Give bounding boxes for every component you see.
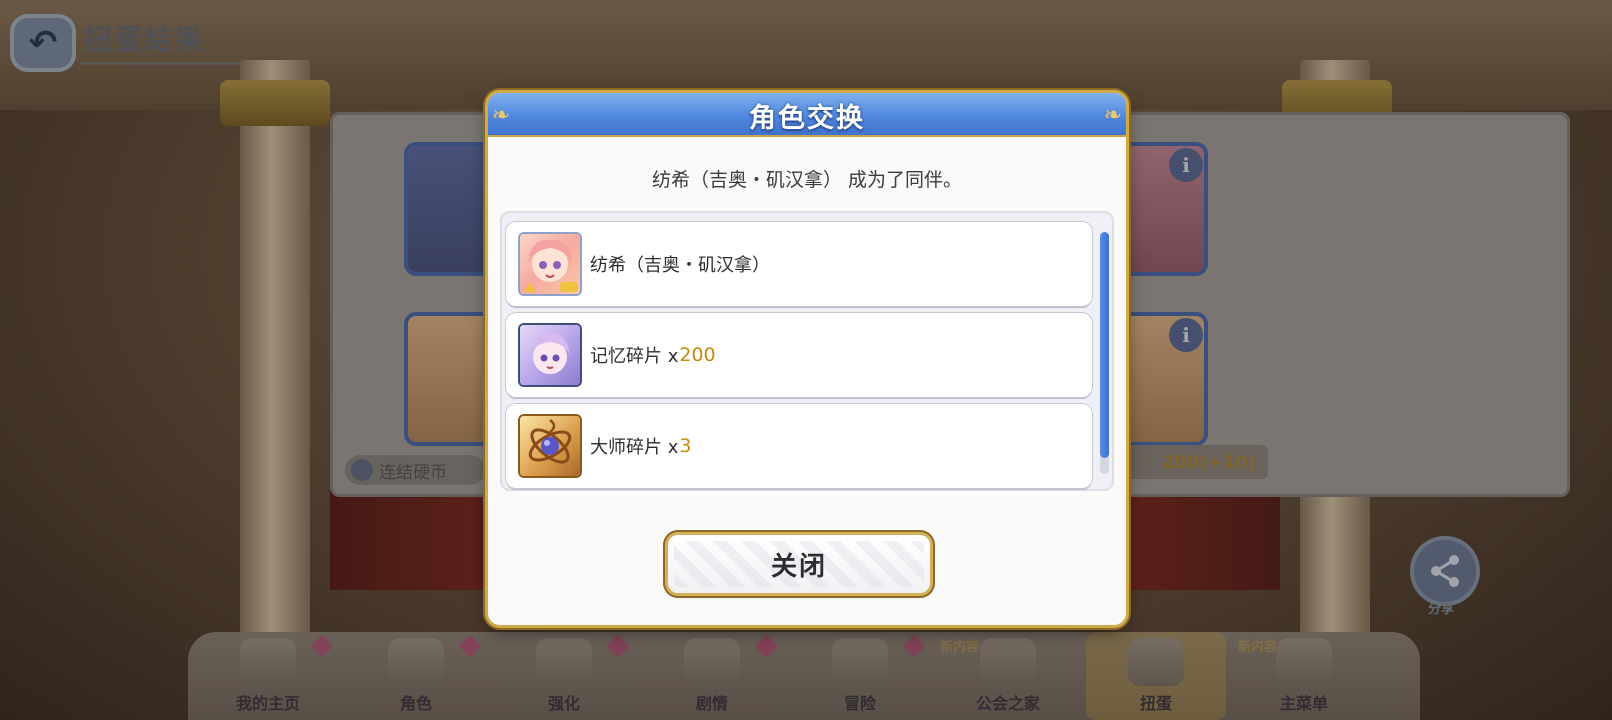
list-scrollbar[interactable] [1100,232,1109,474]
item-label: 纺希（吉奥・矶汉拿） [590,255,770,276]
item-name: 纺希（吉奥・矶汉拿） [590,222,770,306]
list-item: 记忆碎片 x 200 [506,313,1092,397]
character-exchange-dialog: ❧ 角色交换 ❧ 纺希（吉奥・矶汉拿） 成为了同伴。 纺希（吉奥・矶汉拿） 记忆… [488,93,1126,625]
scrollbar-thumb[interactable] [1100,232,1109,458]
character-portrait-icon[interactable] [520,234,580,294]
character-portrait-art [524,239,578,292]
memory-shard-art [530,332,570,374]
list-item: 纺希（吉奥・矶汉拿） [506,222,1092,306]
memory-shard-icon[interactable] [520,325,580,385]
item-quantity: 200 [679,344,716,366]
close-button-label: 关闭 [770,551,827,582]
dialog-header: ❧ 角色交换 ❧ [488,93,1126,137]
list-item: 大师碎片 x3 [506,404,1092,488]
item-label: 大师碎片 x [590,437,679,458]
master-shard-art [528,419,572,464]
ornament-icon: ❧ [491,102,511,128]
item-label: 记忆碎片 x [590,346,679,367]
ornament-icon: ❧ [1103,102,1123,128]
close-button[interactable]: 关闭 [668,535,930,593]
reward-list[interactable]: 纺希（吉奥・矶汉拿） 记忆碎片 x 200 大师碎片 x 3 [500,211,1114,491]
item-name: 记忆碎片 x 200 [590,313,716,397]
item-quantity: 3 [679,435,692,457]
item-name: 大师碎片 x3 [590,404,691,488]
dialog-title: 角色交换 [749,102,865,134]
master-shard-icon[interactable] [520,416,580,476]
dialog-message: 纺希（吉奥・矶汉拿） 成为了同伴。 [651,169,963,191]
